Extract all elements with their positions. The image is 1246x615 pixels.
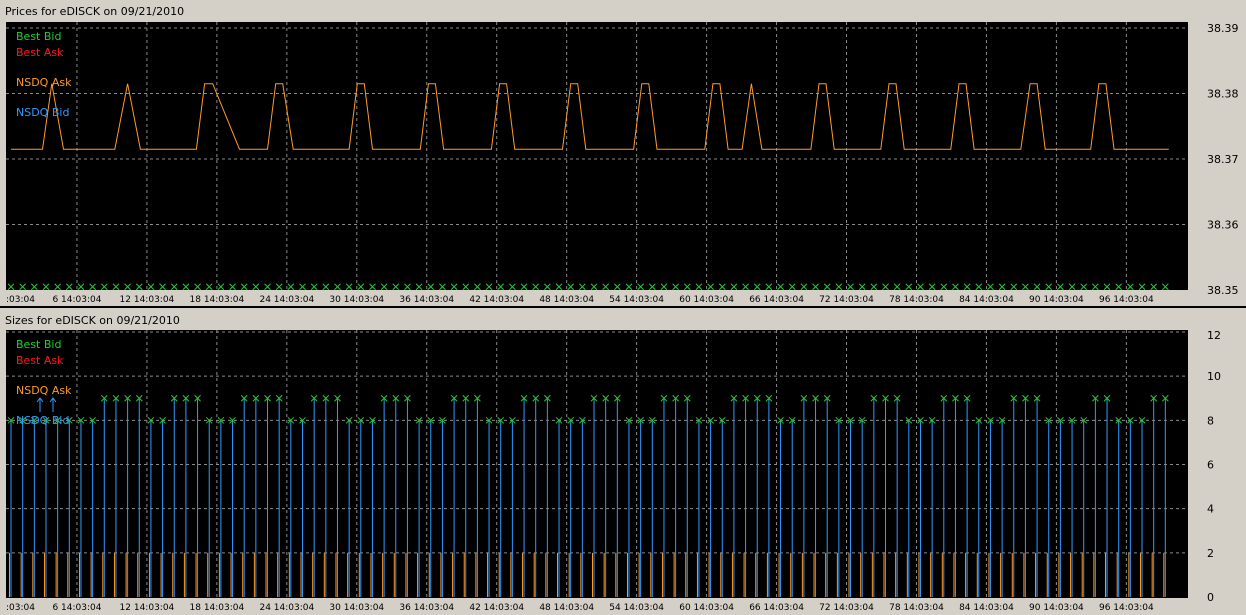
prices-x-tick-label: 6 14:03:04: [52, 295, 101, 305]
prices-x-tick-label: 60 14:03:04: [679, 295, 734, 305]
sizes-x-tick-label: 66 14:03:04: [749, 603, 804, 613]
prices-y-tick-label: 38.37: [1207, 153, 1239, 166]
prices-x-tick-label: 48 14:03:04: [539, 295, 594, 305]
sizes-panel: Sizes for eDISCK on 09/21/2010 Best Bid B…: [0, 308, 1246, 615]
sizes-x-tick-label: :03:04: [6, 603, 35, 613]
sizes-x-tick-label: 72 14:03:04: [819, 603, 874, 613]
sizes-x-tick-label: 12 14:03:04: [120, 603, 175, 613]
prices-x-tick-label: 78 14:03:04: [889, 295, 944, 305]
sizes-x-tick-label: 60 14:03:04: [679, 603, 734, 613]
sizes-x-tick-label: 84 14:03:04: [959, 603, 1014, 613]
sizes-y-tick-label: 0: [1207, 591, 1214, 604]
prices-x-tick-label: 42 14:03:04: [469, 295, 524, 305]
prices-y-tick-label: 38.38: [1207, 88, 1239, 101]
sizes-x-tick-label: 6 14:03:04: [52, 603, 101, 613]
legend-nsdq-bid: NSDQ Bid: [16, 414, 69, 427]
sizes-x-tick-label: 54 14:03:04: [609, 603, 664, 613]
prices-x-tick-label: 54 14:03:04: [609, 295, 664, 305]
legend-best-bid: Best Bid: [16, 30, 61, 43]
sizes-x-tick-label: 78 14:03:04: [889, 603, 944, 613]
legend-nsdq-ask: NSDQ Ask: [16, 76, 72, 89]
sizes-x-tick-label: 30 14:03:04: [329, 603, 384, 613]
prices-x-tick-label: 36 14:03:04: [399, 295, 454, 305]
prices-x-tick-label: 24 14:03:04: [259, 295, 314, 305]
prices-chart-title: Prices for eDISCK on 09/21/2010: [5, 5, 184, 18]
prices-y-tick-label: 38.36: [1207, 219, 1239, 232]
legend-best-bid: Best Bid: [16, 338, 61, 351]
sizes-y-tick-label: 10: [1207, 370, 1221, 383]
sizes-y-tick-label: 12: [1207, 329, 1221, 342]
sizes-x-tick-label: 90 14:03:04: [1029, 603, 1084, 613]
sizes-chart-title: Sizes for eDISCK on 09/21/2010: [5, 314, 180, 327]
sizes-y-tick-label: 6: [1207, 459, 1214, 472]
prices-x-tick-label: 72 14:03:04: [819, 295, 874, 305]
legend-nsdq-ask: NSDQ Ask: [16, 384, 72, 397]
prices-x-tick-label: :03:04: [6, 295, 35, 305]
sizes-x-tick-label: 96 14:03:04: [1099, 603, 1154, 613]
sizes-x-tick-label: 48 14:03:04: [539, 603, 594, 613]
prices-plot-area[interactable]: [6, 22, 1188, 290]
quote-charts-window: Prices for eDISCK on 09/21/2010 Best Bid…: [0, 0, 1246, 615]
prices-y-tick-label: 38.39: [1207, 22, 1239, 35]
legend-best-ask: Best Ask: [16, 46, 64, 59]
sizes-x-tick-label: 24 14:03:04: [259, 603, 314, 613]
sizes-x-tick-label: 18 14:03:04: [190, 603, 245, 613]
prices-x-tick-label: 84 14:03:04: [959, 295, 1014, 305]
prices-x-tick-label: 96 14:03:04: [1099, 295, 1154, 305]
prices-x-tick-label: 12 14:03:04: [120, 295, 175, 305]
prices-x-tick-label: 30 14:03:04: [329, 295, 384, 305]
prices-x-tick-label: 90 14:03:04: [1029, 295, 1084, 305]
legend-nsdq-bid: NSDQ Bid: [16, 106, 69, 119]
legend-best-ask: Best Ask: [16, 354, 64, 367]
sizes-x-tick-label: 42 14:03:04: [469, 603, 524, 613]
sizes-x-tick-label: 36 14:03:04: [399, 603, 454, 613]
prices-x-tick-label: 18 14:03:04: [190, 295, 245, 305]
prices-y-tick-label: 38.35: [1207, 284, 1239, 297]
sizes-y-tick-label: 8: [1207, 414, 1214, 427]
prices-x-tick-label: 66 14:03:04: [749, 295, 804, 305]
sizes-y-tick-label: 2: [1207, 547, 1214, 560]
sizes-y-tick-label: 4: [1207, 503, 1214, 516]
prices-panel: Prices for eDISCK on 09/21/2010 Best Bid…: [0, 0, 1246, 306]
